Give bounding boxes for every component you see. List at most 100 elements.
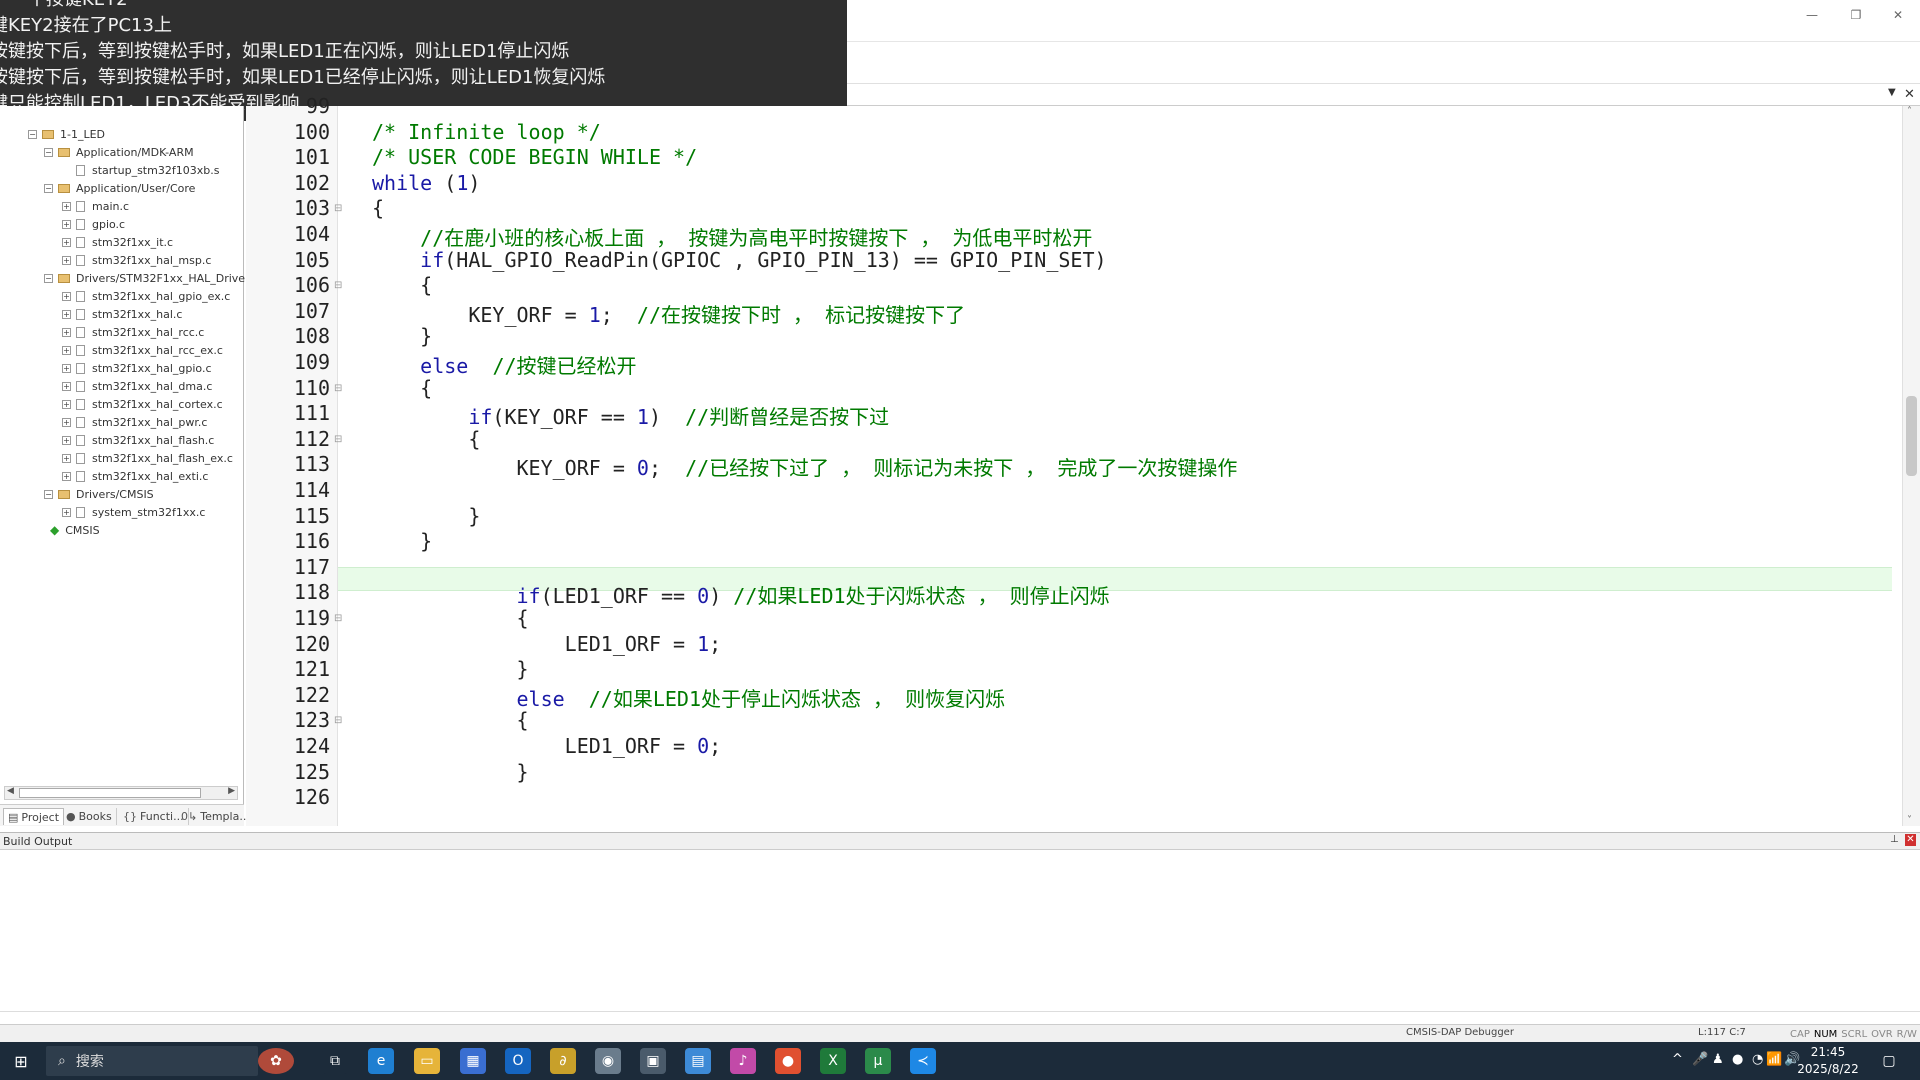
expand-icon[interactable]: + <box>62 309 71 319</box>
code-line[interactable]: LED1_ORF = 1; <box>372 632 722 656</box>
scroll-right-arrow-icon[interactable]: ▶ <box>228 786 235 796</box>
tree-item[interactable]: + stm32f1xx_hal_exti.c <box>62 467 208 485</box>
network-icon[interactable]: ◔ <box>1752 1052 1763 1067</box>
scroll-down-arrow-icon[interactable]: ˅ <box>1907 815 1912 826</box>
code-line[interactable]: { <box>372 376 432 400</box>
expand-icon[interactable]: + <box>62 471 71 481</box>
expand-icon[interactable]: + <box>62 255 71 265</box>
close-button[interactable]: ✕ <box>1876 2 1920 28</box>
media-icon[interactable]: ♪ <box>730 1048 756 1074</box>
expand-icon[interactable]: + <box>62 219 71 229</box>
expand-icon[interactable]: + <box>62 327 71 337</box>
remote-icon[interactable]: ▤ <box>685 1048 711 1074</box>
minimize-button[interactable]: — <box>1790 2 1834 28</box>
microphone-icon[interactable]: 🎤 <box>1692 1052 1708 1067</box>
fold-icon[interactable]: ⊟ <box>334 613 342 624</box>
notification-icon[interactable]: ▢ <box>1876 1048 1902 1074</box>
expand-icon[interactable]: + <box>62 507 71 517</box>
tree-item[interactable]: + stm32f1xx_hal_rcc.c <box>62 323 204 341</box>
code-line[interactable]: while (1) <box>372 171 480 195</box>
tree-item[interactable]: + stm32f1xx_it.c <box>62 233 173 251</box>
tool-icon[interactable]: ▣ <box>640 1048 666 1074</box>
tree-item[interactable]: + stm32f1xx_hal_gpio_ex.c <box>62 287 230 305</box>
code-line[interactable]: } <box>372 529 432 553</box>
editor-vertical-scrollbar[interactable]: ˄ ˅ <box>1902 106 1920 826</box>
camera-icon[interactable]: ◉ <box>595 1048 621 1074</box>
code-line[interactable]: { <box>372 273 432 297</box>
collapse-icon[interactable]: − <box>44 273 53 283</box>
tree-item[interactable]: + system_stm32f1xx.c <box>62 503 205 521</box>
tree-item[interactable]: − Application/User/Core <box>44 179 195 197</box>
wifi-icon[interactable]: 📶 <box>1766 1052 1782 1067</box>
code-line[interactable]: LED1_ORF = 0; <box>372 734 722 758</box>
tree-item[interactable]: + stm32f1xx_hal.c <box>62 305 182 323</box>
code-line[interactable]: { <box>372 196 384 220</box>
code-line[interactable]: } <box>372 657 528 681</box>
expand-icon[interactable]: + <box>62 363 71 373</box>
fold-icon[interactable]: ⊟ <box>334 383 342 394</box>
collapse-icon[interactable]: − <box>44 489 53 499</box>
code-line[interactable]: } <box>372 760 528 784</box>
code-line[interactable]: KEY_ORF = 1; //在按键按下时 ， 标记按键按下了 <box>372 299 965 328</box>
tree-item[interactable]: + main.c <box>62 197 129 215</box>
expand-icon[interactable]: + <box>62 399 71 409</box>
code-line[interactable]: } <box>372 324 432 348</box>
code-line[interactable]: KEY_ORF = 0; //已经按下过了 ， 则标记为未按下 ， 完成了一次按… <box>372 452 1237 481</box>
tree-item[interactable]: − Application/MDK-ARM <box>44 143 194 161</box>
tree-item[interactable]: − 1-1_LED <box>28 125 105 143</box>
tree-item[interactable]: − Drivers/STM32F1xx_HAL_Driver <box>44 269 250 287</box>
fold-icon[interactable]: ⊟ <box>334 203 342 214</box>
scrollbar-thumb[interactable] <box>1906 396 1917 476</box>
fold-icon[interactable]: ⊟ <box>334 280 342 291</box>
expand-icon[interactable]: + <box>62 435 71 445</box>
panel-tab[interactable]: ▤ Project <box>3 808 65 825</box>
code-line[interactable]: { <box>372 708 528 732</box>
vscode-icon[interactable]: ≺ <box>910 1048 936 1074</box>
code-line[interactable]: { <box>372 606 528 630</box>
project-horizontal-scrollbar[interactable]: ◀ ▶ <box>4 786 238 800</box>
tree-item[interactable]: + stm32f1xx_hal_msp.c <box>62 251 211 269</box>
taskbar-search[interactable]: ⌕ 搜索 <box>46 1046 258 1076</box>
tab-close-button[interactable]: ✕ <box>1904 87 1915 102</box>
fold-icon[interactable]: ⊟ <box>334 434 342 445</box>
expand-icon[interactable]: + <box>62 237 71 247</box>
expand-icon[interactable]: + <box>62 453 71 463</box>
expand-icon[interactable]: + <box>62 345 71 355</box>
restore-button[interactable]: ❐ <box>1834 2 1878 28</box>
fold-icon[interactable]: ⊟ <box>334 715 342 726</box>
task-view-icon[interactable]: ⧉ <box>322 1048 348 1074</box>
scroll-up-arrow-icon[interactable]: ˄ <box>1907 106 1912 117</box>
expand-icon[interactable]: + <box>62 417 71 427</box>
tree-item[interactable]: + stm32f1xx_hal_pwr.c <box>62 413 207 431</box>
tree-item[interactable]: ◆ CMSIS <box>50 521 100 539</box>
clock[interactable]: 21:45 2025/8/22 <box>1792 1044 1864 1078</box>
collapse-icon[interactable]: − <box>44 183 53 193</box>
tree-item[interactable]: + stm32f1xx_hal_cortex.c <box>62 395 223 413</box>
collapse-icon[interactable]: − <box>44 147 53 157</box>
tree-item[interactable]: + stm32f1xx_hal_gpio.c <box>62 359 212 377</box>
scrollbar-thumb[interactable] <box>19 788 201 798</box>
tree-item[interactable]: − Drivers/CMSIS <box>44 485 154 503</box>
file-explorer-icon[interactable]: ▭ <box>414 1048 440 1074</box>
code-editor[interactable]: 99 100 101 102 103 ⊟ 104 105 106 ⊟ 107 108 109 110 ⊟ 11… <box>246 94 1920 826</box>
code-line[interactable]: } <box>372 504 480 528</box>
code-line[interactable]: if(HAL_GPIO_ReadPin(GPIOC , GPIO_PIN_13)… <box>372 248 1106 272</box>
tree-item[interactable]: + stm32f1xx_hal_flash_ex.c <box>62 449 233 467</box>
tree-item[interactable]: + stm32f1xx_hal_rcc_ex.c <box>62 341 223 359</box>
code-line[interactable]: /* Infinite loop */ <box>372 120 601 144</box>
build-close-button[interactable]: ✕ <box>1905 834 1916 846</box>
panel-tab[interactable]: 0↳ Templa... <box>177 808 255 825</box>
wechat-icon[interactable]: ● <box>1732 1052 1743 1067</box>
tray-app-icon[interactable]: ♟ <box>1712 1052 1724 1067</box>
code-line[interactable]: /* USER CODE BEGIN WHILE */ <box>372 145 697 169</box>
scroll-left-arrow-icon[interactable]: ◀ <box>7 786 14 796</box>
tab-list-dropdown[interactable]: ▼ <box>1888 87 1896 98</box>
expand-icon[interactable]: + <box>62 201 71 211</box>
windows-start-icon[interactable]: ⊞ <box>8 1048 34 1074</box>
build-output-area[interactable] <box>0 850 1920 1012</box>
code-line[interactable]: { <box>372 427 480 451</box>
tree-item[interactable]: + gpio.c <box>62 215 125 233</box>
tree-item[interactable]: + stm32f1xx_hal_flash.c <box>62 431 214 449</box>
outlook-icon[interactable]: O <box>505 1048 531 1074</box>
excel-icon[interactable]: X <box>820 1048 846 1074</box>
